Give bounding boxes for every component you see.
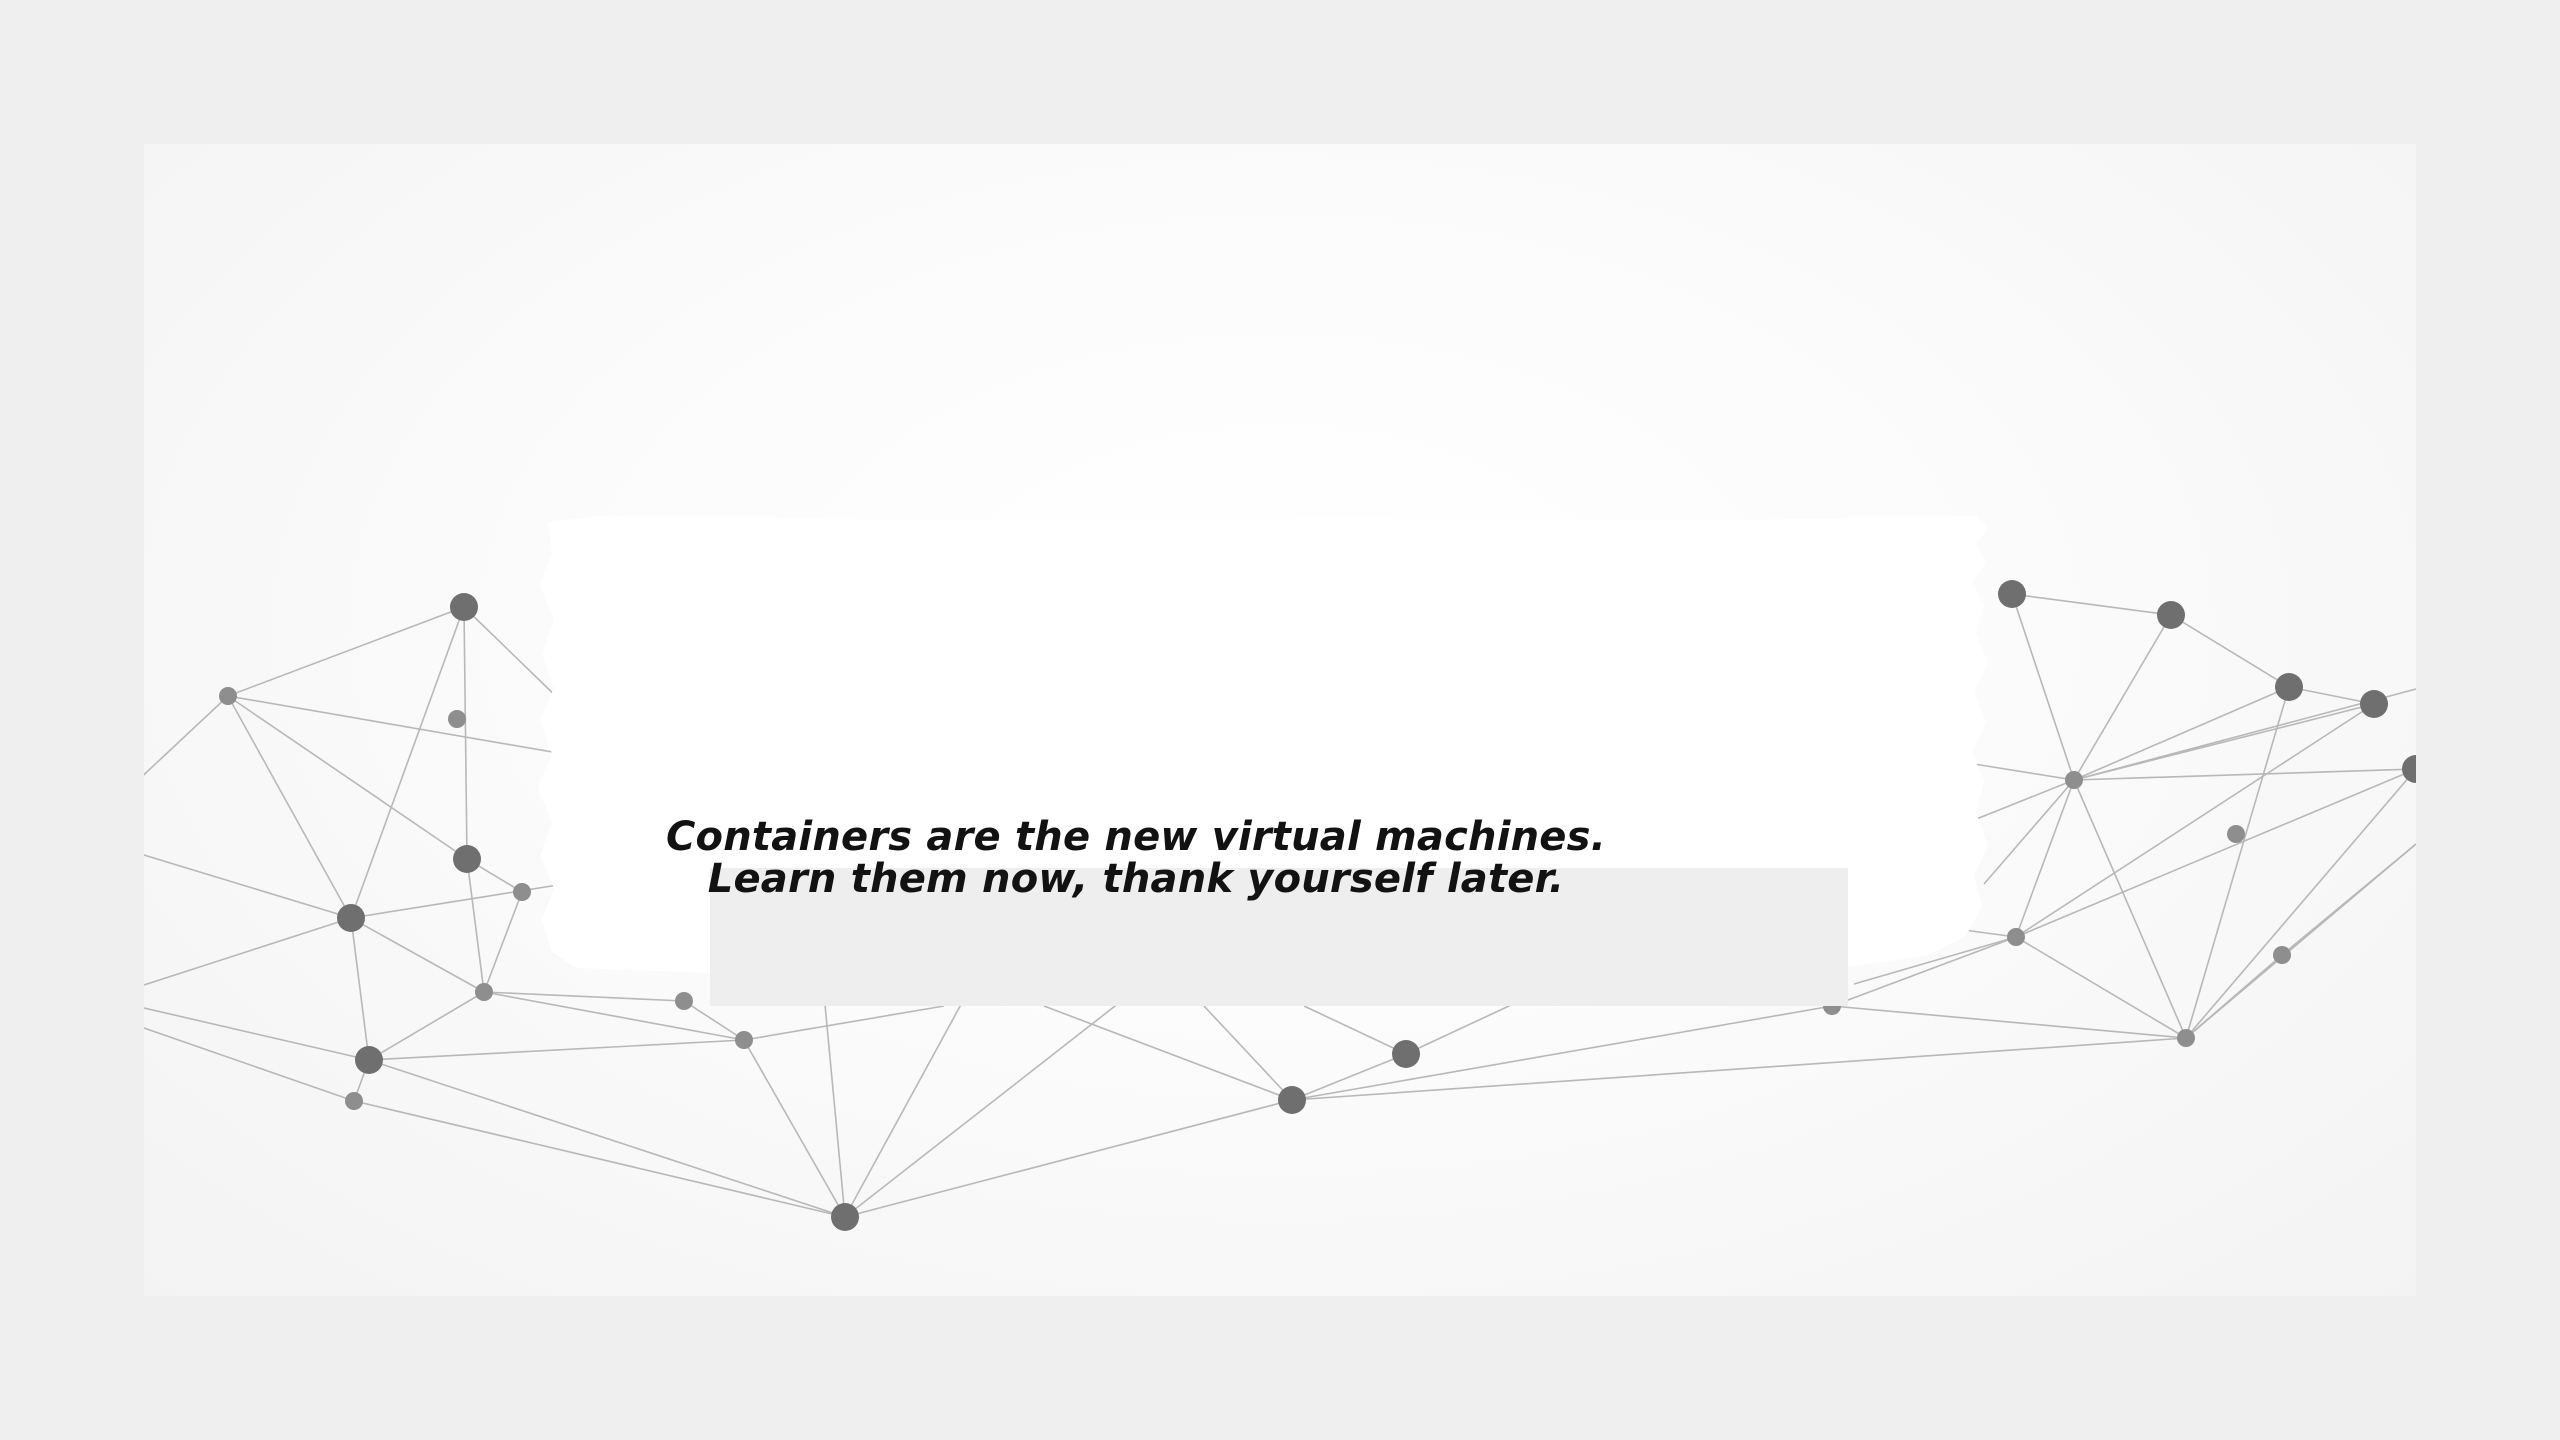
- headline-line-1: Containers are the new virtual machines.: [665, 814, 1607, 860]
- hero-banner: Containers are the new virtual machines.…: [144, 144, 2416, 1296]
- headline: Containers are the new virtual machines.…: [246, 816, 2026, 900]
- headline-line-2: Learn them now, thank yourself later.: [707, 856, 1565, 902]
